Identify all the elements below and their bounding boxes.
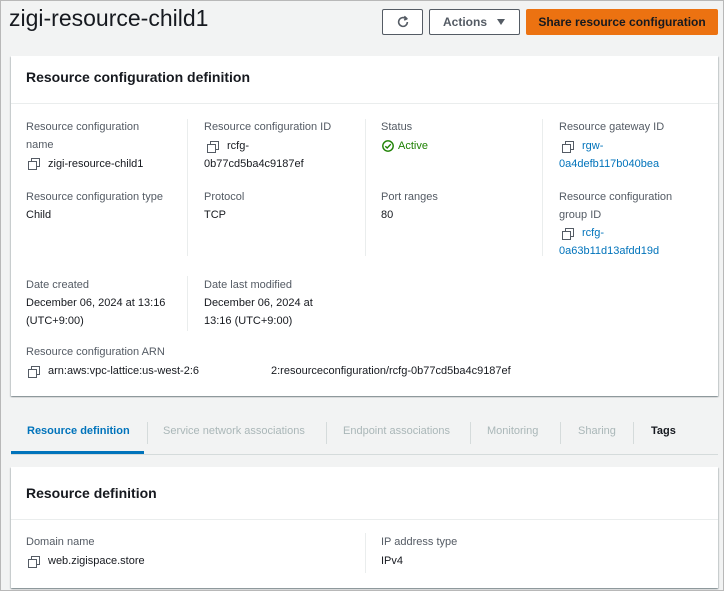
resource-configuration-definition-card: Resource configuration definition Resour…: [11, 56, 718, 396]
modified-value: December 06, 2024 at: [204, 297, 313, 309]
type-value: Child: [26, 209, 52, 221]
card-title: Resource definition: [26, 485, 157, 501]
ip-value: IPv4: [381, 555, 404, 567]
modified-value: 13:16 (UTC+9:00): [204, 315, 293, 327]
tab-divider: [633, 422, 634, 444]
tab-monitoring[interactable]: Monitoring: [487, 425, 538, 437]
id-value: rcfg-: [227, 140, 249, 152]
protocol-label: Protocol: [204, 191, 245, 203]
arn-value: arn:aws:vpc-lattice:us-west-2:6: [48, 365, 199, 377]
created-value: December 06, 2024 at 13:16: [26, 297, 166, 309]
arn-value: 2:resourceconfiguration/rcfg-0b77cd5ba4c…: [271, 365, 511, 377]
domain-value: web.zigispace.store: [48, 555, 145, 567]
copy-icon[interactable]: [562, 228, 574, 240]
card-header: Resource definition: [11, 467, 718, 520]
arn-label: Resource configuration ARN: [26, 346, 165, 358]
tab-bar-border: [11, 454, 718, 455]
tab-divider: [560, 422, 561, 444]
id-value: 0b77cd5ba4c9187ef: [204, 158, 304, 170]
gateway-link[interactable]: 0a4defb117b040bea: [559, 155, 659, 173]
resource-definition-card: Resource definition Domain name web.zigi…: [11, 467, 718, 588]
copy-icon[interactable]: [562, 141, 574, 153]
created-value: (UTC+9:00): [26, 315, 84, 327]
port-value: 80: [381, 209, 394, 221]
refresh-icon: [397, 15, 408, 28]
protocol-value: TCP: [204, 209, 226, 221]
refresh-button[interactable]: [382, 9, 423, 35]
copy-icon[interactable]: [28, 556, 40, 568]
tab-divider: [147, 422, 148, 444]
check-circle-icon: [382, 140, 394, 152]
tab-tags[interactable]: Tags: [651, 425, 676, 437]
group-link[interactable]: rcfg-: [582, 224, 604, 242]
status-label: Status: [381, 121, 413, 133]
column-divider: [365, 119, 366, 256]
caret-down-icon: [497, 19, 505, 25]
card-title: Resource configuration definition: [26, 69, 251, 85]
copy-icon[interactable]: [28, 158, 40, 170]
share-resource-configuration-button[interactable]: Share resource configuration: [526, 9, 718, 35]
column-divider: [542, 119, 543, 256]
tab-resource-definition[interactable]: Resource definition: [27, 425, 130, 437]
copy-icon[interactable]: [207, 141, 219, 153]
name-value: zigi-resource-child1: [48, 158, 144, 170]
gateway-label: Resource gateway ID: [559, 121, 665, 133]
modified-label: Date last modified: [204, 279, 293, 291]
card-header: Resource configuration definition: [11, 56, 718, 104]
ip-label: IP address type: [381, 536, 458, 548]
actions-label: Actions: [442, 15, 487, 29]
tab-sharing[interactable]: Sharing: [578, 425, 616, 437]
actions-button[interactable]: Actions: [429, 9, 520, 35]
column-divider: [365, 533, 366, 573]
column-divider: [187, 119, 188, 256]
port-label: Port ranges: [381, 191, 438, 203]
gateway-link[interactable]: rgw-: [582, 137, 603, 155]
column-divider: [187, 276, 188, 331]
created-label: Date created: [26, 279, 89, 291]
name-label: Resource configuration name: [26, 121, 140, 151]
group-label: Resource configuration: [559, 191, 673, 203]
type-label: Resource configuration type: [26, 191, 163, 203]
tab-endpoint-associations[interactable]: Endpoint associations: [343, 425, 450, 437]
group-label: group ID: [559, 209, 602, 221]
group-link[interactable]: 0a63b11d13afdd19d: [559, 242, 659, 260]
tab-divider: [326, 422, 327, 444]
id-label: Resource configuration ID: [204, 121, 332, 133]
tab-divider: [470, 422, 471, 444]
domain-label: Domain name: [26, 536, 95, 548]
page-title: zigi-resource-child1: [9, 5, 209, 31]
copy-icon[interactable]: [28, 366, 40, 378]
tab-service-network-associations[interactable]: Service network associations: [163, 425, 305, 437]
status-value: Active: [398, 140, 428, 152]
